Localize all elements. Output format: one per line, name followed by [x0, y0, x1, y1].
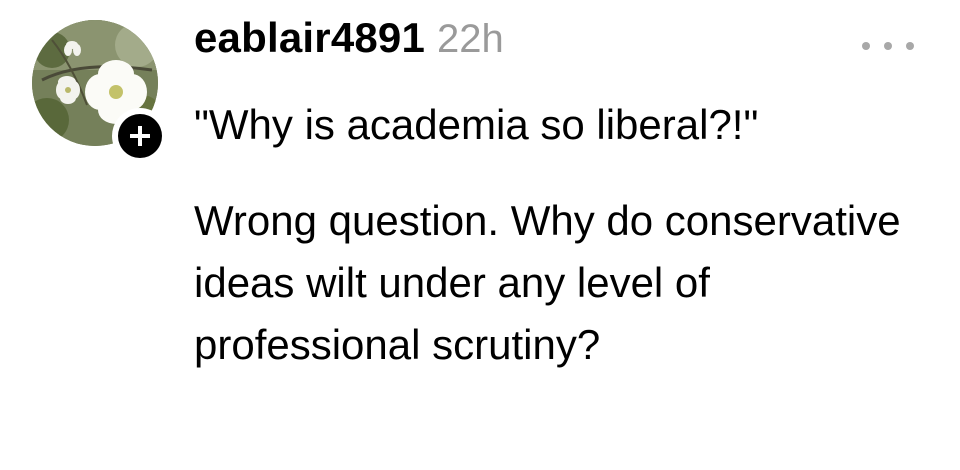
avatar-container[interactable] — [32, 20, 168, 164]
timestamp[interactable]: 22h — [437, 17, 504, 62]
post-paragraph-quote: "Why is academia so liberal?!" — [194, 101, 759, 148]
follow-button-circle — [118, 114, 162, 158]
username[interactable]: eablair4891 — [194, 14, 425, 62]
plus-icon — [130, 126, 150, 146]
ellipsis-icon[interactable] — [862, 34, 914, 58]
post-header: eablair4891 22h — [194, 14, 504, 74]
ellipsis-dot — [884, 42, 892, 50]
ellipsis-dot — [862, 42, 870, 50]
post-paragraph-main: Wrong question. Why do conservative idea… — [194, 197, 901, 368]
ellipsis-dot — [906, 42, 914, 50]
post-body: "Why is academia so liberal?!" Wrong que… — [194, 94, 914, 376]
thread-post: eablair4891 22h "Why is academia so libe… — [0, 0, 960, 470]
follow-button[interactable] — [112, 108, 168, 164]
